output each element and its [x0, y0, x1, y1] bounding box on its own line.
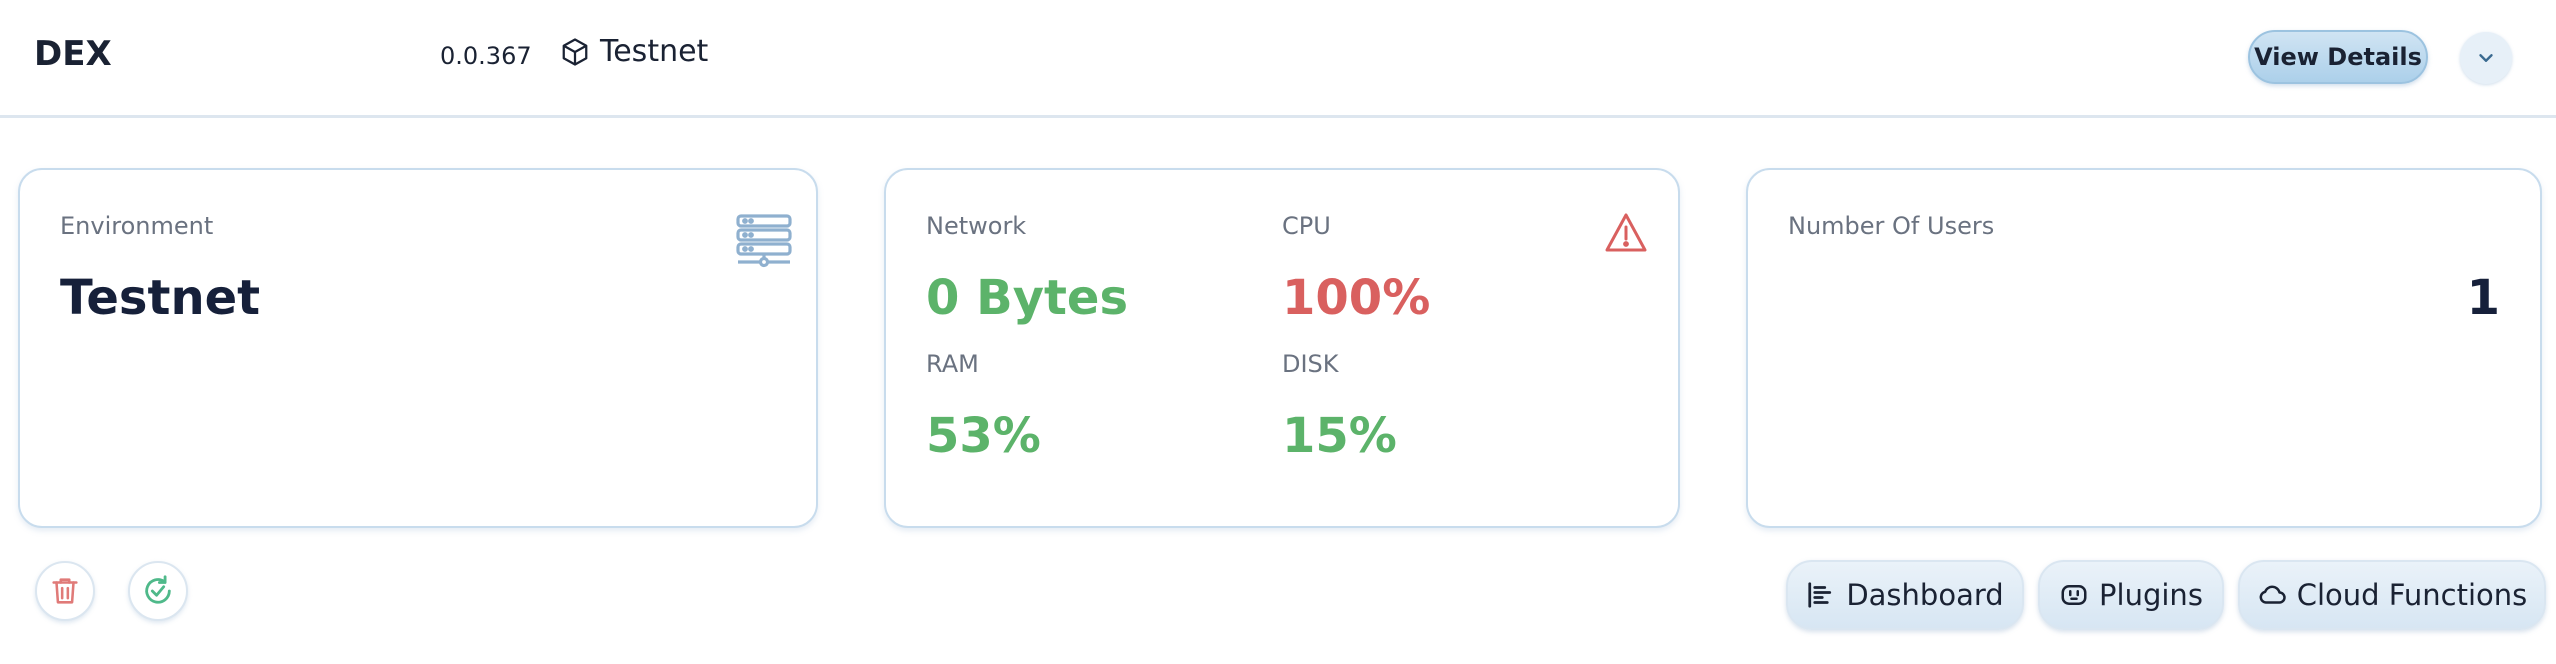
network-tag: Testnet: [560, 34, 708, 69]
refresh-button[interactable]: [128, 561, 188, 621]
system-stats-card: Network 0 Bytes CPU 100% RAM 53% DISK 15…: [884, 168, 1680, 528]
plugins-button[interactable]: Plugins: [2038, 560, 2224, 630]
plug-icon: [2061, 585, 2087, 605]
dropdown-toggle-button[interactable]: [2460, 32, 2512, 84]
users-label: Number Of Users: [1788, 212, 1995, 240]
refresh-check-icon: [145, 575, 171, 604]
trash-icon: [52, 578, 78, 604]
cpu-stat-value: 100%: [1282, 270, 1431, 326]
cloud-icon: [2259, 585, 2286, 604]
dashboard-label: Dashboard: [1846, 578, 2004, 612]
server-icon: [736, 214, 792, 268]
version-label: 0.0.367: [440, 42, 532, 70]
cloud-functions-label: Cloud Functions: [2296, 578, 2528, 612]
disk-stat-value: 15%: [1282, 408, 1397, 464]
cube-icon: [562, 37, 588, 66]
users-count: 1: [2466, 270, 2500, 326]
app-title: DEX: [34, 34, 112, 74]
chevron-down-icon: [2479, 54, 2493, 62]
network-name: Testnet: [600, 34, 709, 69]
dashboard-button[interactable]: Dashboard: [1786, 560, 2024, 630]
warning-icon: [1605, 213, 1647, 252]
plugins-label: Plugins: [2099, 578, 2203, 612]
disk-stat-label: DISK: [1282, 350, 1339, 378]
environment-value: Testnet: [60, 270, 261, 326]
view-details-button[interactable]: View Details: [2248, 30, 2428, 84]
cpu-stat-label: CPU: [1282, 212, 1331, 240]
ram-stat-label: RAM: [926, 350, 979, 378]
environment-label: Environment: [60, 212, 214, 240]
network-stat-value: 0 Bytes: [926, 270, 1129, 326]
header-bar: DEX 0.0.367 Testnet View Details: [0, 0, 2556, 118]
delete-button[interactable]: [35, 561, 95, 621]
environment-card: Environment Testnet: [18, 168, 818, 528]
users-card: Number Of Users 1: [1746, 168, 2542, 528]
app-window: DEX 0.0.367 Testnet View Details Environ…: [0, 0, 2556, 664]
bar-chart-icon: [1808, 582, 1832, 608]
cloud-functions-button[interactable]: Cloud Functions: [2238, 560, 2546, 630]
network-stat-label: Network: [926, 212, 1027, 240]
ram-stat-value: 53%: [926, 408, 1041, 464]
